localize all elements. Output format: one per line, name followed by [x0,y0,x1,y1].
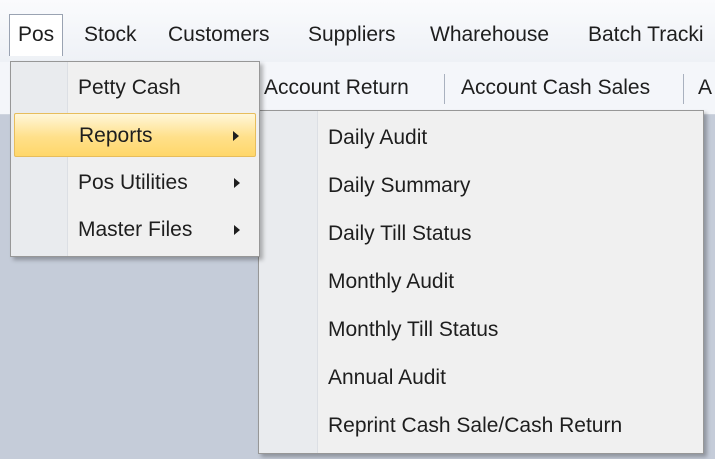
menu-item-label: Annual Audit [328,366,446,389]
menu-customers[interactable]: Customers [160,14,278,56]
menu-wharehouse[interactable]: Wharehouse [422,14,557,56]
menu-item-label: Petty Cash [78,76,181,99]
menu-stock[interactable]: Stock [76,14,145,56]
menu-item-label: Reprint Cash Sale/Cash Return [328,414,623,437]
toolbar-separator [683,74,684,104]
menu-item-daily-summary[interactable]: Daily Summary [262,163,700,209]
menu-item-monthly-audit[interactable]: Monthly Audit [262,259,700,305]
menu-item-reprint-cash-sale[interactable]: Reprint Cash Sale/Cash Return [262,403,700,449]
submenu-arrow-icon [233,131,239,141]
menu-item-label: Monthly Till Status [328,318,499,341]
menu-item-label: Monthly Audit [328,270,455,293]
toolbar-overflow-button[interactable]: A [698,70,712,106]
menu-item-label: Reports [79,124,153,147]
account-cash-sales-button[interactable]: Account Cash Sales [461,70,650,106]
menu-item-pos-utilities[interactable]: Pos Utilities [14,161,256,205]
menu-item-daily-till-status[interactable]: Daily Till Status [262,211,700,257]
pos-dropdown-menu: Petty Cash Reports Pos Utilities Master … [10,61,260,257]
account-return-button[interactable]: Account Return [264,70,409,106]
application-window: Pos Stock Customers Suppliers Wharehouse… [0,0,715,459]
toolbar-separator [444,74,445,104]
submenu-arrow-icon [234,178,240,188]
submenu-arrow-icon [234,225,240,235]
menu-item-label: Pos Utilities [78,171,188,194]
reports-submenu: Daily Audit Daily Summary Daily Till Sta… [258,110,704,454]
menu-item-petty-cash[interactable]: Petty Cash [14,66,256,110]
menu-item-label: Daily Audit [328,126,428,149]
menu-item-label: Master Files [78,218,193,241]
menu-item-label: Daily Till Status [328,222,472,245]
menu-item-reports[interactable]: Reports [14,113,256,157]
menu-batch-tracking[interactable]: Batch Tracki [580,14,712,56]
menu-item-annual-audit[interactable]: Annual Audit [262,355,700,401]
menu-item-daily-audit[interactable]: Daily Audit [262,115,700,161]
menu-item-monthly-till-status[interactable]: Monthly Till Status [262,307,700,353]
menu-suppliers[interactable]: Suppliers [300,14,404,56]
menu-bar: Pos Stock Customers Suppliers Wharehouse… [0,0,715,63]
menu-pos[interactable]: Pos [9,14,64,56]
menu-item-master-files[interactable]: Master Files [14,208,256,252]
menu-item-label: Daily Summary [328,174,471,197]
